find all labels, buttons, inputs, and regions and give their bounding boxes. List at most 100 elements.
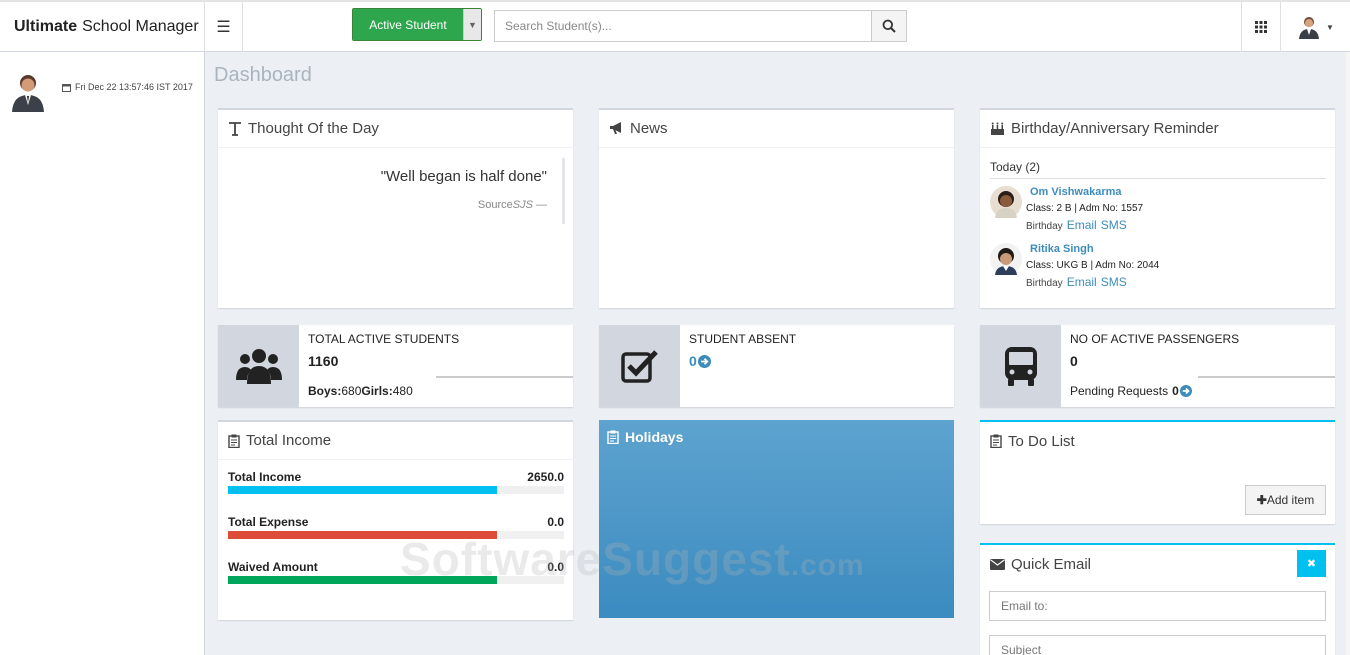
holidays-header: Holidays	[607, 429, 683, 445]
add-item-label: Add item	[1266, 493, 1315, 507]
progress-track	[228, 576, 564, 584]
user-menu[interactable]: ▼	[1282, 2, 1350, 52]
check-icon-tile	[599, 325, 680, 407]
progress-fill	[228, 486, 497, 494]
add-item-button[interactable]: ✚ Add item	[1245, 485, 1326, 515]
pending-count-link[interactable]: 0	[1172, 384, 1192, 398]
birthday-cake-icon	[991, 122, 1004, 135]
caret-down-icon: ▼	[1326, 22, 1334, 32]
income-header: Total Income	[218, 422, 573, 460]
income-title: Total Income	[246, 432, 332, 449]
person-name[interactable]: Ritika Singh	[1030, 243, 1159, 255]
students-label: TOTAL ACTIVE STUDENTS	[308, 332, 460, 346]
thought-box: Thought Of the Day "Well began is half d…	[218, 108, 573, 308]
students-info-box: TOTAL ACTIVE STUDENTS 1160 Boys:680Girls…	[218, 325, 573, 407]
pending-requests: Pending Requests 0	[1070, 384, 1192, 398]
search-input[interactable]	[494, 10, 872, 42]
clipboard-icon	[990, 434, 1002, 448]
datetime-text: Fri Dec 22 13:57:46 IST 2017	[75, 82, 193, 92]
sidebar-avatar	[10, 72, 46, 112]
student-photo	[990, 243, 1022, 275]
search-button[interactable]	[871, 10, 907, 42]
birthday-header: Birthday/Anniversary Reminder	[980, 110, 1335, 148]
email-link[interactable]: Email	[1067, 218, 1097, 232]
app-brand[interactable]: Ultimate School Manager	[0, 2, 205, 52]
email-link[interactable]: Email	[1067, 275, 1097, 289]
hamburger-icon: ☰	[216, 19, 231, 36]
brand-bold: Ultimate	[14, 18, 78, 35]
arrow-circle-right-icon	[1179, 385, 1192, 397]
boys-count: 680	[341, 384, 362, 398]
boys-label: Boys:	[308, 384, 342, 398]
sms-link[interactable]: SMS	[1101, 218, 1127, 232]
source-suffix: —	[532, 199, 547, 211]
person-details: Om Vishwakarma Class: 2 B | Adm No: 1557…	[1026, 186, 1143, 232]
quote-source: SourceSJS —	[381, 199, 547, 211]
passengers-label: NO OF ACTIVE PASSENGERS	[1070, 332, 1240, 346]
progress-track	[228, 486, 564, 494]
users-icon-tile	[218, 325, 299, 407]
apps-grid-button[interactable]	[1241, 2, 1281, 52]
today-label: Today (2)	[990, 160, 1041, 174]
income-box: Total Income Total Income 2650.0 Total Exp…	[218, 420, 573, 620]
income-row: Waived Amount 0.0	[228, 560, 564, 584]
person-event: Birthday Email SMS	[1026, 218, 1143, 232]
page-title: Dashboard	[214, 64, 312, 86]
check-square-icon	[620, 350, 658, 383]
passengers-info-box: NO OF ACTIVE PASSENGERS 0 Pending Reques…	[980, 325, 1335, 407]
arrow-circle-right-icon	[697, 354, 711, 368]
news-header: News	[599, 110, 954, 148]
progress-track	[228, 531, 564, 539]
sidebar: Fri Dec 22 13:57:46 IST 2017	[0, 52, 205, 655]
close-button[interactable]: ✖	[1297, 550, 1326, 577]
search-icon	[882, 19, 896, 33]
income-row: Total Income 2650.0	[228, 470, 564, 494]
person-details: Ritika Singh Class: UKG B | Adm No: 2044…	[1026, 243, 1159, 289]
progress-fill	[228, 531, 497, 539]
income-row-value: 2650.0	[527, 470, 564, 484]
income-row: Total Expense 0.0	[228, 515, 564, 539]
users-icon	[235, 349, 282, 384]
plus-icon: ✚	[1256, 493, 1267, 507]
bus-icon-tile	[980, 325, 1061, 407]
user-avatar-icon	[1299, 17, 1320, 39]
bus-icon	[1004, 347, 1037, 386]
news-box: News	[599, 108, 954, 308]
chevron-down-icon[interactable]: ▼	[463, 9, 481, 40]
gender-breakdown: Boys:680Girls:480	[308, 384, 413, 398]
active-student-button[interactable]: Active Student	[353, 9, 463, 40]
close-icon: ✖	[1306, 558, 1317, 570]
calendar-icon	[62, 83, 71, 92]
students-count: 1160	[308, 353, 339, 369]
pending-label: Pending Requests	[1070, 384, 1169, 398]
birthday-title: Birthday/Anniversary Reminder	[1011, 120, 1219, 137]
person-event: Birthday Email SMS	[1026, 275, 1159, 289]
top-header: Ultimate School Manager ☰ Active Student…	[0, 0, 1350, 52]
birthday-person: Ritika Singh Class: UKG B | Adm No: 2044…	[990, 243, 1159, 289]
person-name[interactable]: Om Vishwakarma	[1030, 186, 1143, 198]
sms-link[interactable]: SMS	[1101, 275, 1127, 289]
todo-title: To Do List	[1008, 432, 1075, 450]
quote-block: "Well began is half done" SourceSJS —	[381, 168, 547, 211]
person-class: Class: UKG B | Adm No: 2044	[1026, 260, 1160, 271]
sidebar-datetime: Fri Dec 22 13:57:46 IST 2017	[62, 82, 193, 92]
page-scrollbar[interactable]	[1346, 52, 1350, 655]
todo-box: To Do List ✚ Add item	[980, 420, 1335, 524]
absent-count-link[interactable]: 0	[689, 353, 711, 369]
birthday-box: Birthday/Anniversary Reminder Today (2) …	[980, 108, 1335, 308]
students-progress-line	[436, 376, 573, 378]
quick-email-title: Quick Email	[1011, 555, 1092, 573]
quote-text: "Well began is half done"	[380, 168, 547, 185]
brand-rest: School Manager	[82, 18, 199, 35]
text-height-icon	[229, 121, 241, 136]
holidays-box: Holidays	[599, 420, 954, 618]
income-row-value: 0.0	[547, 515, 564, 529]
today-divider	[990, 178, 1326, 179]
email-to-field[interactable]	[989, 591, 1326, 621]
absent-label: STUDENT ABSENT	[689, 332, 797, 346]
subject-field[interactable]	[989, 635, 1326, 655]
active-student-dropdown[interactable]: Active Student ▼	[352, 8, 482, 41]
menu-toggle-button[interactable]: ☰	[205, 2, 243, 52]
income-row-value: 0.0	[547, 560, 564, 574]
user-avatar-image	[12, 75, 44, 112]
